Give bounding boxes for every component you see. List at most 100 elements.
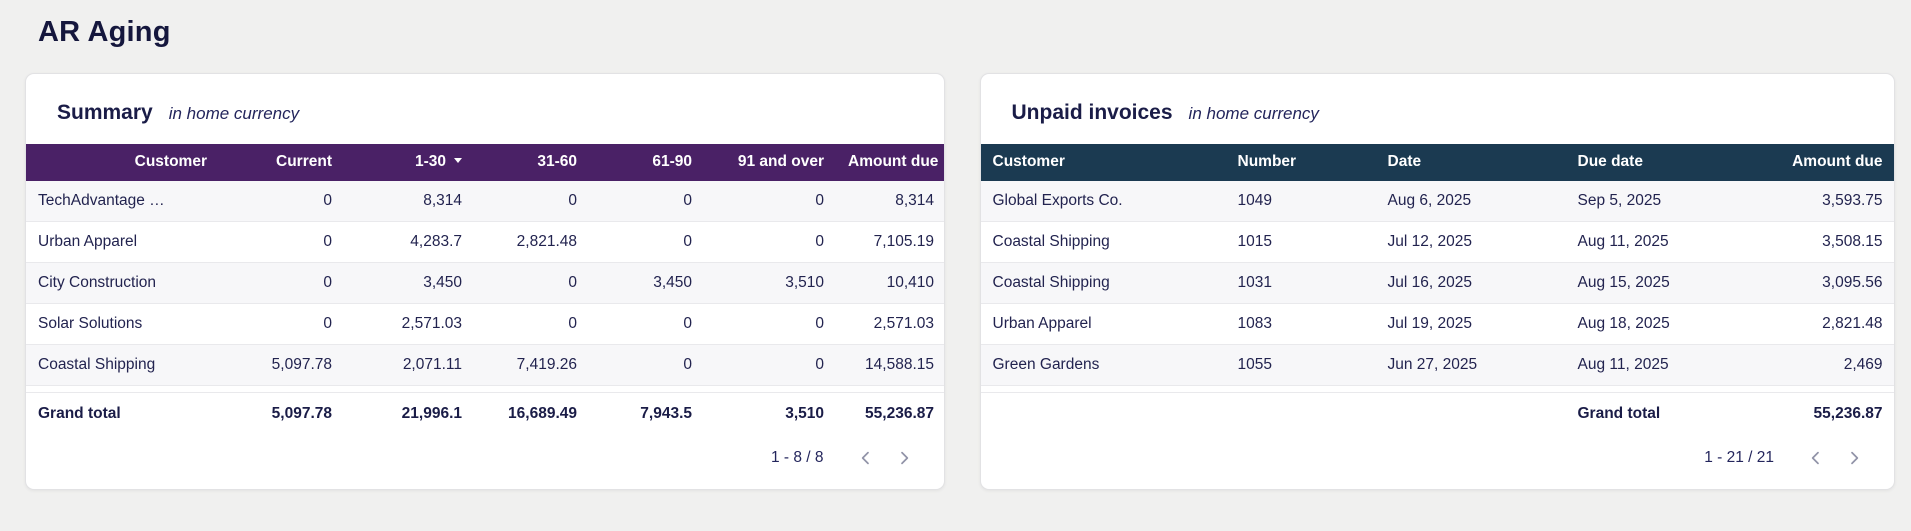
current-cell: 5,097.78 [219,344,344,386]
aging-31-60-cell: 2,821.48 [474,221,589,263]
unpaid-invoice-row[interactable]: Urban Apparel 1083 Jul 19, 2025 Aug 18, … [980,303,1895,345]
summary-header-row: Customer Current 1-30 31-60 61-90 91 and… [26,144,944,181]
column-header-label: 61-90 [652,153,692,170]
aging-61-90-cell: 0 [589,181,704,222]
invoice-number-cell: 1031 [1225,262,1376,304]
customer-cell: Solar Solutions [26,303,219,345]
chevron-left-icon [1811,451,1819,465]
invoice-date-cell: Jul 12, 2025 [1375,221,1566,263]
aging-31-60-cell: 0 [474,303,589,345]
summary-column-header[interactable]: Customer [26,144,219,181]
chevron-right-icon [900,451,908,465]
unpaid-header-row: Customer Number Date Due date Amount due [980,144,1895,181]
customer-cell: Coastal Shipping [26,344,219,386]
due-date-cell: Sep 5, 2025 [1565,181,1756,222]
aging-31-60-cell: 0 [474,262,589,304]
amount-due-cell: 3,593.75 [1755,181,1895,222]
grand-total-label: Grand total [38,405,121,422]
unpaid-card-header: Unpaid invoices in home currency [981,74,1895,144]
column-header-label: Customer [134,153,207,170]
invoice-number-cell: 1083 [1225,303,1376,345]
amount-due-cell: 2,469 [1755,344,1895,386]
aging-31-60-cell: 0 [474,181,589,222]
unpaid-column-header[interactable]: Customer [980,144,1226,181]
customer-cell: Global Exports Co. [980,181,1226,222]
current-cell: 0 [219,181,344,222]
customer-cell: City Construction [26,262,219,304]
unpaid-grand-total-row: Grand total 55,236.87 [981,393,1895,437]
grand-total-61-90: 7,943.5 [640,405,692,422]
unpaid-invoice-row[interactable]: Coastal Shipping 1015 Jul 12, 2025 Aug 1… [980,221,1895,263]
aging-31-60-cell: 7,419.26 [474,344,589,386]
column-header-label: 1-30 [414,153,446,170]
summary-column-header[interactable]: 61-90 [589,144,704,181]
unpaid-invoice-row[interactable]: Coastal Shipping 1031 Jul 16, 2025 Aug 1… [980,262,1895,304]
total-divider [26,385,944,393]
unpaid-invoices-card: Unpaid invoices in home currency Custome… [979,73,1895,490]
aging-1-30-cell: 3,450 [344,262,474,304]
customer-cell: Green Gardens [980,344,1226,386]
unpaid-column-header[interactable]: Amount due [1755,144,1895,181]
column-header-label: Due date [1577,153,1643,170]
summary-column-header[interactable]: 91 and over [704,144,836,181]
column-header-label: 31-60 [537,153,577,170]
amount-due-cell: 2,571.03 [836,303,944,345]
grand-total-amount-due: 55,236.87 [1813,405,1883,422]
page-title: AR Aging [38,16,171,48]
grand-total-91-over: 3,510 [785,405,824,422]
prev-page-button[interactable] [854,446,878,470]
amount-due-cell: 3,508.15 [1755,221,1895,263]
summary-card-subtitle: in home currency [168,104,300,123]
unpaid-column-header[interactable]: Date [1375,144,1566,181]
aging-1-30-cell: 8,314 [344,181,474,222]
due-date-cell: Aug 11, 2025 [1565,221,1756,263]
summary-table: Customer Current 1-30 31-60 61-90 91 and… [26,144,944,437]
unpaid-card-subtitle: in home currency [1188,104,1319,123]
due-date-cell: Aug 11, 2025 [1565,344,1756,386]
page-range-label: 1 - 8 / 8 [770,449,824,466]
summary-column-header[interactable]: 1-30 [344,144,474,181]
empty-cell [1376,393,1566,437]
invoice-date-cell: Jun 27, 2025 [1375,344,1566,386]
summary-grand-total-row: Grand total 5,097.78 21,996.1 16,689.49 … [26,393,944,437]
aging-91-over-cell: 0 [704,181,836,222]
summary-column-header[interactable]: 31-60 [474,144,589,181]
prev-page-button[interactable] [1804,446,1828,470]
aging-91-over-cell: 0 [704,221,836,263]
aging-61-90-cell: 0 [589,303,704,345]
column-header-label: Amount due [848,153,939,170]
page-range-label: 1 - 21 / 21 [1704,449,1774,466]
amount-due-cell: 10,410 [836,262,944,304]
unpaid-invoice-row[interactable]: Global Exports Co. 1049 Aug 6, 2025 Sep … [980,181,1895,222]
chevron-right-icon [1851,451,1859,465]
aging-61-90-cell: 0 [589,221,704,263]
unpaid-invoice-row[interactable]: Green Gardens 1055 Jun 27, 2025 Aug 11, … [980,344,1895,386]
summary-column-header[interactable]: Current [219,144,344,181]
customer-cell: Urban Apparel [980,303,1226,345]
invoice-date-cell: Jul 19, 2025 [1375,303,1566,345]
next-page-button[interactable] [1842,446,1866,470]
summary-table-row[interactable]: Solar Solutions 0 2,571.03 0 0 0 2,571.0… [26,303,944,345]
unpaid-column-header[interactable]: Number [1225,144,1376,181]
amount-due-cell: 14,588.15 [836,344,944,386]
column-header-label: Number [1237,153,1297,170]
unpaid-column-header[interactable]: Due date [1565,144,1756,181]
grand-total-current: 5,097.78 [271,405,332,422]
summary-pagination: 1 - 8 / 8 [26,436,944,470]
summary-column-header[interactable]: Amount due [836,144,944,181]
summary-table-row[interactable]: TechAdvantage … 0 8,314 0 0 0 8,314 [26,181,944,222]
aging-91-over-cell: 0 [704,303,836,345]
unpaid-card-title: Unpaid invoices [1011,101,1173,124]
current-cell: 0 [219,221,344,263]
summary-table-row[interactable]: City Construction 0 3,450 0 3,450 3,510 … [26,262,944,304]
grand-total-label: Grand total [1577,405,1661,422]
due-date-cell: Aug 15, 2025 [1565,262,1756,304]
next-page-button[interactable] [892,446,916,470]
summary-card: Summary in home currency Customer Curren… [25,73,945,490]
total-divider [980,385,1895,393]
grand-total-amount-due: 55,236.87 [865,405,934,422]
sort-descending-icon [454,158,462,164]
summary-table-row[interactable]: Urban Apparel 0 4,283.7 2,821.48 0 0 7,1… [26,221,944,263]
summary-table-row[interactable]: Coastal Shipping 5,097.78 2,071.11 7,419… [26,344,944,386]
current-cell: 0 [219,303,344,345]
